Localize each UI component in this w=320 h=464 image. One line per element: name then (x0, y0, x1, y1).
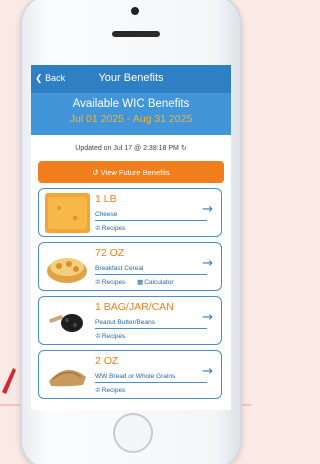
last-updated: Updated on Jul 17 @ 2:38:18 PM ↻ (31, 135, 231, 159)
card-divider (95, 220, 207, 221)
future-button-label: View Future Benefits (100, 168, 170, 177)
benefit-quantity: 1 BAG/JAR/CAN (95, 301, 174, 313)
benefit-card-peanut-butter-beans[interactable]: 1 BAG/JAR/CAN Peanut Butter/Beans ♔Recip… (38, 296, 222, 345)
benefit-card-bread[interactable]: 2 OZ WW Bread or Whole Grains ♔Recipes → (38, 350, 222, 399)
benefit-name: Breakfast Cereal (95, 265, 144, 272)
calculator-link[interactable]: ▦Calculator (137, 278, 173, 286)
chef-hat-icon: ♔ (95, 333, 101, 340)
recipes-label: Recipes (101, 225, 126, 232)
card-links: ♔Recipes (95, 224, 135, 232)
speaker (112, 31, 160, 37)
home-button[interactable] (113, 413, 153, 453)
chef-hat-icon: ♔ (95, 279, 101, 286)
calculator-icon: ▦ (137, 279, 144, 286)
card-divider (95, 328, 207, 329)
nav-bar: ❮ Back Your Benefits (31, 65, 231, 93)
benefit-quantity: 1 LB (95, 193, 117, 205)
benefit-name: WW Bread or Whole Grains (95, 373, 176, 380)
recipes-link[interactable]: ♔Recipes (95, 278, 125, 286)
chef-hat-icon: ♔ (95, 225, 101, 232)
arrow-right-icon[interactable]: → (202, 310, 213, 325)
card-links: ♔Recipes (95, 386, 135, 394)
card-divider (95, 382, 207, 383)
recipes-link[interactable]: ♔Recipes (95, 224, 125, 232)
recipes-label: Recipes (101, 387, 126, 394)
calculator-label: Calculator (144, 279, 174, 286)
benefits-banner: Available WIC Benefits Jul 01 2025 - Aug… (31, 93, 231, 135)
camera (131, 7, 139, 15)
cereal-image (45, 247, 90, 287)
benefit-quantity: 2 OZ (95, 355, 119, 367)
benefit-name: Cheese (95, 211, 118, 218)
view-future-benefits-button[interactable]: ↺ View Future Benefits (38, 161, 224, 183)
benefit-period: Jul 01 2025 - Aug 31 2025 (69, 113, 193, 125)
chef-hat-icon: ♔ (95, 387, 101, 394)
calendar-forward-icon: ↺ (92, 168, 99, 177)
recipes-label: Recipes (101, 279, 126, 286)
bread-image (45, 355, 90, 395)
banner-title: Available WIC Benefits (72, 98, 190, 110)
app-screen: ❮ Back Your Benefits Available WIC Benef… (31, 65, 231, 410)
cheese-image (45, 193, 90, 233)
recipes-link[interactable]: ♔Recipes (95, 332, 125, 340)
card-links: ♔Recipes (95, 332, 135, 340)
page-title: Your Benefits (98, 72, 164, 84)
recipes-link[interactable]: ♔Recipes (95, 386, 125, 394)
arrow-right-icon[interactable]: → (202, 364, 213, 379)
last-updated-text: Updated on Jul 17 @ 2:38:18 PM (75, 145, 179, 152)
refresh-icon[interactable]: ↻ (181, 145, 187, 152)
benefit-card-cheese[interactable]: 1 LB Cheese ♔Recipes → (38, 188, 222, 237)
recipes-label: Recipes (101, 333, 126, 340)
card-divider (95, 274, 207, 275)
benefit-name: Peanut Butter/Beans (95, 319, 155, 326)
decorative-red-mark (2, 368, 16, 394)
arrow-right-icon[interactable]: → (202, 256, 213, 271)
card-links: ♔Recipes ▦Calculator (95, 278, 184, 286)
arrow-right-icon[interactable]: → (202, 202, 213, 217)
beans-image (45, 301, 90, 341)
benefit-quantity: 72 OZ (95, 247, 125, 259)
benefit-card-cereal[interactable]: 72 OZ Breakfast Cereal ♔Recipes ▦Calcula… (38, 242, 222, 291)
